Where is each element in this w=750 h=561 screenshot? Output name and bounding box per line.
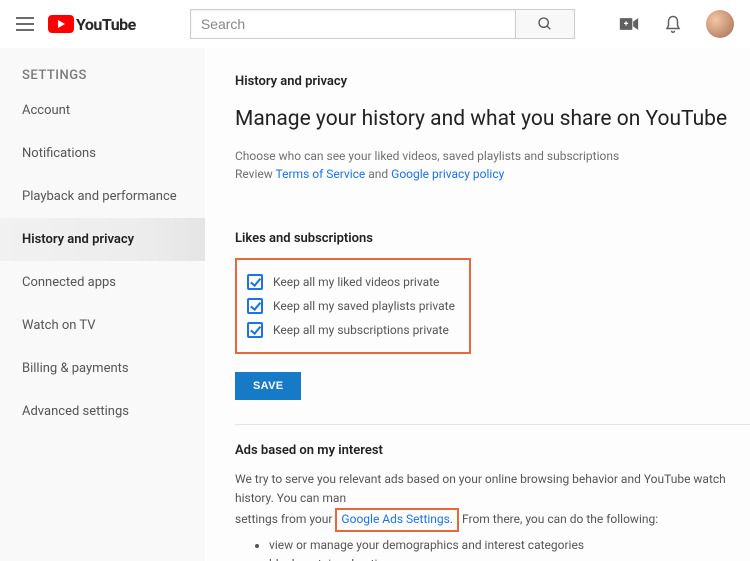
sidebar-item-account[interactable]: Account xyxy=(0,89,205,132)
ads-bullet: view or manage your demographics and int… xyxy=(269,536,750,555)
checkbox-label: Keep all my liked videos private xyxy=(273,275,439,289)
privacy-policy-link[interactable]: Google privacy policy xyxy=(391,167,504,181)
page-subtitle: Choose who can see your liked videos, sa… xyxy=(235,147,750,183)
subscriptions-private-checkbox[interactable] xyxy=(247,322,263,338)
sidebar-item-playback[interactable]: Playback and performance xyxy=(0,175,205,218)
sidebar-item-notifications[interactable]: Notifications xyxy=(0,132,205,175)
checkbox-label: Keep all my subscriptions private xyxy=(273,323,449,337)
ads-label: Ads based on my interest xyxy=(235,443,750,458)
avatar[interactable] xyxy=(706,10,734,38)
create-video-icon[interactable] xyxy=(618,13,640,35)
sidebar-item-label: Connected apps xyxy=(22,275,116,290)
ads-description: We try to serve you relevant ads based o… xyxy=(235,470,750,532)
section-label: History and privacy xyxy=(235,74,750,89)
sidebar-item-label: Playback and performance xyxy=(22,189,177,204)
youtube-logo[interactable]: YouTube xyxy=(48,15,136,34)
likes-label: Likes and subscriptions xyxy=(235,231,750,246)
privacy-checkbox-group: Keep all my liked videos private Keep al… xyxy=(235,258,471,354)
checkbox-row: Keep all my liked videos private xyxy=(247,270,455,294)
notifications-icon[interactable] xyxy=(662,13,684,35)
saved-playlists-private-checkbox[interactable] xyxy=(247,298,263,314)
sidebar-item-watch-on-tv[interactable]: Watch on TV xyxy=(0,304,205,347)
google-ads-settings-link[interactable]: Google Ads Settings. xyxy=(341,512,453,526)
play-icon xyxy=(48,15,74,33)
content: History and privacy Manage your history … xyxy=(205,48,750,561)
checkbox-row: Keep all my subscriptions private xyxy=(247,318,455,342)
save-button[interactable]: SAVE xyxy=(235,372,301,400)
sidebar: SETTINGS Account Notifications Playback … xyxy=(0,48,205,561)
subtitle-review: Review xyxy=(235,167,276,181)
search-form xyxy=(190,9,575,39)
search-button[interactable] xyxy=(515,9,575,39)
sidebar-item-label: Advanced settings xyxy=(22,404,129,419)
checkbox-label: Keep all my saved playlists private xyxy=(273,299,455,313)
menu-icon[interactable] xyxy=(16,17,34,31)
subtitle-line1: Choose who can see your liked videos, sa… xyxy=(235,149,619,163)
sidebar-item-connected-apps[interactable]: Connected apps xyxy=(0,261,205,304)
search-input[interactable] xyxy=(190,9,515,39)
ads-section: Ads based on my interest We try to serve… xyxy=(235,443,750,561)
sidebar-item-advanced[interactable]: Advanced settings xyxy=(0,390,205,433)
logo-text: YouTube xyxy=(76,15,136,34)
ads-line2a: settings from your xyxy=(235,512,335,526)
sidebar-item-label: Watch on TV xyxy=(22,318,96,333)
liked-videos-private-checkbox[interactable] xyxy=(247,274,263,290)
sidebar-item-label: Billing & payments xyxy=(22,361,129,376)
sidebar-item-label: History and privacy xyxy=(22,232,134,247)
divider xyxy=(235,424,750,425)
sidebar-item-label: Account xyxy=(22,103,70,118)
ads-bullet: block certain advertisers xyxy=(269,555,750,561)
terms-of-service-link[interactable]: Terms of Service xyxy=(276,167,366,181)
topbar: YouTube xyxy=(0,0,750,48)
subtitle-and: and xyxy=(365,167,391,181)
ads-line2b: From there, you can do the following: xyxy=(459,512,658,526)
sidebar-item-billing[interactable]: Billing & payments xyxy=(0,347,205,390)
checkbox-row: Keep all my saved playlists private xyxy=(247,294,455,318)
search-icon xyxy=(537,16,553,32)
page-title: Manage your history and what you share o… xyxy=(235,107,750,131)
sidebar-item-label: Notifications xyxy=(22,146,96,161)
sidebar-item-history-privacy[interactable]: History and privacy xyxy=(0,218,205,261)
topbar-actions xyxy=(618,10,734,38)
likes-subscriptions-section: Likes and subscriptions Keep all my like… xyxy=(235,231,750,400)
sidebar-title: SETTINGS xyxy=(0,62,205,89)
ads-bullets: view or manage your demographics and int… xyxy=(269,536,750,561)
main: SETTINGS Account Notifications Playback … xyxy=(0,48,750,561)
ads-line1: We try to serve you relevant ads based o… xyxy=(235,472,726,505)
